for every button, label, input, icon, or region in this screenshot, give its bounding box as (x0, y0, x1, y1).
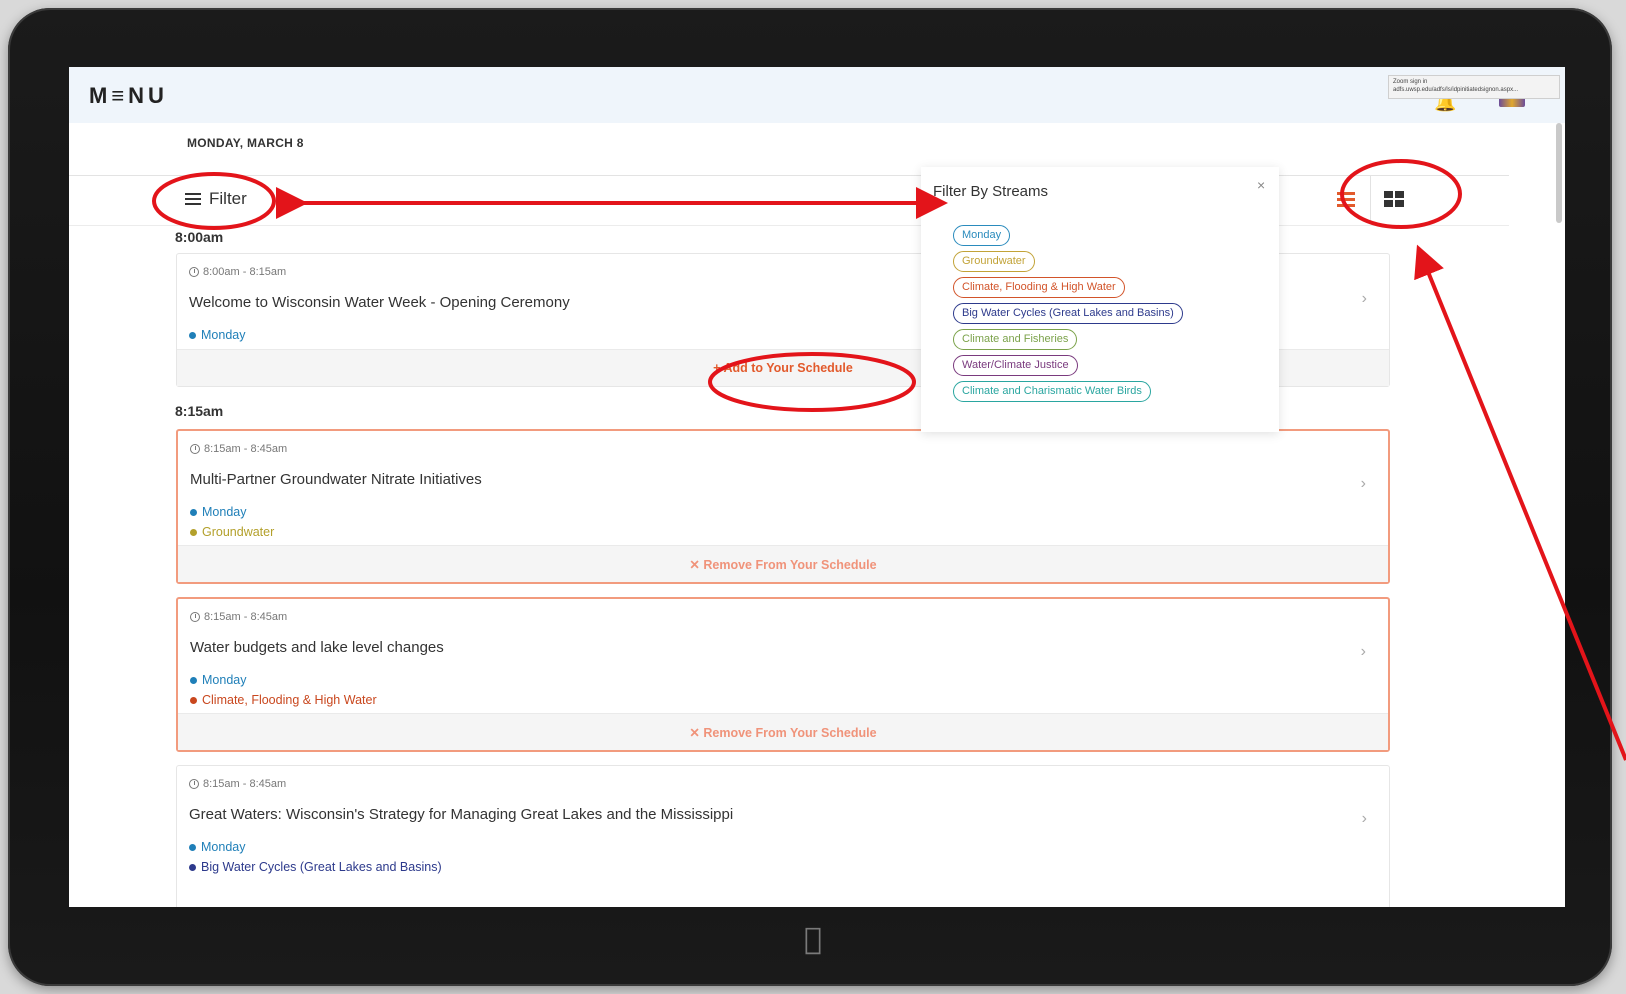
session-card[interactable]: 8:15am - 8:45am Multi-Partner Groundwate… (176, 429, 1390, 584)
session-time: 8:15am - 8:45am (190, 611, 287, 623)
session-time-text: 8:15am - 8:45am (203, 778, 287, 790)
sliders-icon (185, 192, 201, 206)
tag-dot (189, 863, 196, 871)
session-time: 8:00am - 8:15am (189, 266, 286, 278)
session-tags: Monday (189, 325, 245, 345)
clock-icon (190, 444, 200, 454)
clock-icon (190, 612, 200, 622)
tag-item: Monday (190, 502, 274, 522)
stream-chip-water-birds[interactable]: Climate and Charismatic Water Birds (953, 381, 1151, 402)
top-bar: M≡NU 🔔 Zoom sign in adfs.uwsp.edu/adfs/l… (69, 67, 1565, 123)
chevron-right-icon[interactable]: › (1361, 475, 1366, 493)
session-time-text: 8:15am - 8:45am (204, 443, 288, 455)
tag-item: Groundwater (190, 522, 274, 542)
divider (69, 175, 1509, 176)
chevron-right-icon[interactable]: › (1362, 290, 1367, 308)
tag-label: Monday (202, 673, 247, 687)
view-toggle (1322, 176, 1418, 222)
tag-label: Groundwater (202, 525, 275, 539)
session-time-text: 8:00am - 8:15am (203, 266, 287, 278)
tag-label: Monday (201, 328, 246, 342)
session-time: 8:15am - 8:45am (189, 778, 286, 790)
close-icon[interactable]: × (1257, 177, 1265, 193)
tag-label: Climate, Flooding & High Water (202, 693, 377, 707)
list-view-button[interactable] (1322, 176, 1370, 222)
tag-item: Climate, Flooding & High Water (190, 690, 377, 710)
tooltip-line2: adfs.uwsp.edu/adfs/ls/idpinitiatedsignon… (1393, 87, 1519, 93)
stream-chip-groundwater[interactable]: Groundwater (953, 251, 1035, 272)
remove-from-schedule-button[interactable]: ✕ Remove From Your Schedule (178, 713, 1388, 750)
stream-chip-water-climate-justice[interactable]: Water/Climate Justice (953, 355, 1078, 376)
session-tags: Monday Groundwater (190, 502, 274, 542)
session-time: 8:15am - 8:45am (190, 443, 287, 455)
tooltip-line1: Zoom sign in (1393, 79, 1428, 85)
session-card[interactable]: 8:15am - 8:45am Water budgets and lake l… (176, 597, 1390, 752)
tag-item: Monday (189, 325, 245, 345)
apple-logo-icon:  (800, 924, 826, 956)
tag-item: Big Water Cycles (Great Lakes and Basins… (189, 857, 442, 877)
session-title: Multi-Partner Groundwater Nitrate Initia… (190, 471, 482, 488)
session-title: Great Waters: Wisconsin's Strategy for M… (189, 806, 734, 823)
filter-panel-title: Filter By Streams (933, 183, 1049, 200)
time-slot-label: 8:15am (175, 403, 224, 419)
tag-dot (190, 508, 197, 516)
tag-label: Big Water Cycles (Great Lakes and Basins… (201, 860, 442, 874)
chevron-right-icon[interactable]: › (1362, 810, 1367, 828)
browser-tooltip: Zoom sign in adfs.uwsp.edu/adfs/ls/idpin… (1388, 75, 1560, 99)
app-screen: M≡NU 🔔 Zoom sign in adfs.uwsp.edu/adfs/l… (69, 67, 1565, 907)
session-card[interactable]: 8:15am - 8:45am Great Waters: Wisconsin'… (176, 765, 1390, 907)
clock-icon (189, 267, 199, 277)
app-logo[interactable]: M≡NU (89, 83, 168, 109)
date-header: MONDAY, MARCH 8 (187, 136, 304, 150)
chevron-right-icon[interactable]: › (1361, 643, 1366, 661)
tag-label: Monday (201, 840, 246, 854)
session-tags: Monday Climate, Flooding & High Water (190, 670, 377, 710)
filter-panel: Filter By Streams × Monday Groundwater C… (921, 167, 1279, 432)
tag-dot (190, 696, 197, 704)
remove-from-schedule-button[interactable]: ✕ Remove From Your Schedule (178, 545, 1388, 582)
tag-item: Monday (190, 670, 377, 690)
tag-dot (189, 331, 196, 339)
grid-view-icon (1384, 191, 1405, 207)
divider (69, 225, 1509, 226)
stream-chip-big-water-cycles[interactable]: Big Water Cycles (Great Lakes and Basins… (953, 303, 1183, 324)
tag-dot (190, 528, 197, 536)
session-time-text: 8:15am - 8:45am (204, 611, 288, 623)
session-tags: Monday Big Water Cycles (Great Lakes and… (189, 837, 442, 877)
filter-label: Filter (209, 189, 247, 208)
tag-item: Monday (189, 837, 442, 857)
stream-chip-monday[interactable]: Monday (953, 225, 1011, 246)
list-view-icon (1336, 189, 1355, 210)
clock-icon (189, 779, 199, 789)
filter-button[interactable]: Filter (181, 185, 251, 213)
time-slot-label: 8:00am (175, 229, 224, 245)
session-title: Water budgets and lake level changes (190, 639, 444, 656)
tag-dot (189, 843, 196, 851)
tag-dot (190, 676, 197, 684)
stream-chip-climate-fisheries[interactable]: Climate and Fisheries (953, 329, 1078, 350)
tag-label: Monday (202, 505, 247, 519)
stream-chip-climate-flooding[interactable]: Climate, Flooding & High Water (953, 277, 1125, 298)
stream-chips: Monday Groundwater Climate, Flooding & H… (953, 225, 1183, 407)
session-title: Welcome to Wisconsin Water Week - Openin… (189, 294, 570, 311)
grid-view-button[interactable] (1369, 176, 1419, 222)
scrollbar[interactable] (1556, 123, 1562, 223)
